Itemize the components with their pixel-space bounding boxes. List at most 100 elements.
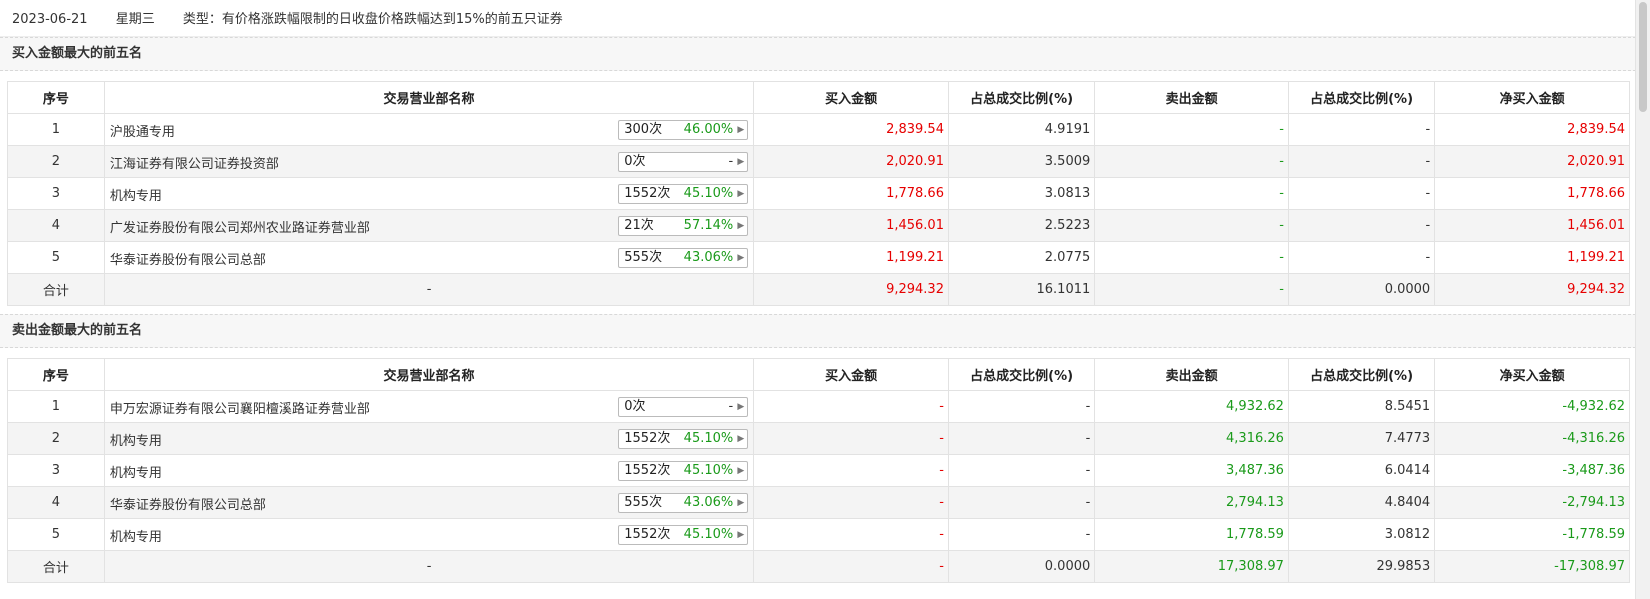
total-label: 合计 xyxy=(7,550,105,583)
broker-stats-button[interactable]: 1552次 45.10% ▶ xyxy=(618,184,749,204)
listing-count: 1552次 xyxy=(624,527,671,542)
rank-cell: 4 xyxy=(7,209,105,242)
sell-ratio-cell: 3.0812 xyxy=(1287,518,1436,551)
column-header: 序号 xyxy=(7,81,105,114)
net-amount-cell: 2,839.54 xyxy=(1434,113,1630,146)
win-rate: 43.06% xyxy=(683,250,734,265)
rank-cell: 3 xyxy=(7,454,105,487)
vertical-scrollbar[interactable] xyxy=(1635,0,1650,599)
broker-cell: 广发证券股份有限公司郑州农业路证券营业部 21次 57.14% ▶ xyxy=(103,209,755,242)
broker-name: 江海证券有限公司证券投资部 xyxy=(109,157,279,172)
sell-amount-cell: 4,316.26 xyxy=(1094,422,1289,455)
total-sell-amount: 17,308.97 xyxy=(1094,550,1289,583)
buy-ratio-cell: - xyxy=(947,486,1096,519)
broker-stats-button[interactable]: 555次 43.06% ▶ xyxy=(618,493,749,513)
broker-stats-button[interactable]: 300次 46.00% ▶ xyxy=(618,120,749,140)
triangle-right-icon: ▶ xyxy=(737,402,745,412)
sell-ratio-cell: 4.8404 xyxy=(1287,486,1436,519)
net-amount-cell: -4,932.62 xyxy=(1434,390,1630,423)
sell-ratio-cell: 7.4773 xyxy=(1287,422,1436,455)
win-rate: 46.00% xyxy=(683,122,734,137)
net-amount-cell: 2,020.91 xyxy=(1434,145,1630,178)
listing-count: 21次 xyxy=(624,218,654,233)
sell-ratio-cell: - xyxy=(1287,177,1436,210)
sell-table: 序号 交易营业部名称 买入金额 占总成交比例(%) 卖出金额 占总成交比例(%) 净买入金额… xyxy=(7,358,1630,583)
listing-count: 555次 xyxy=(624,495,663,510)
broker-stats-button[interactable]: 1552次 45.10% ▶ xyxy=(618,525,749,545)
date-text: 2023-06-21 xyxy=(12,12,88,27)
net-amount-cell: -4,316.26 xyxy=(1434,422,1630,455)
net-amount-cell: 1,199.21 xyxy=(1434,241,1630,274)
sell-ratio-cell: - xyxy=(1287,241,1436,274)
sell-ratio-cell: 6.0414 xyxy=(1287,454,1436,487)
win-rate: 45.10% xyxy=(683,463,734,478)
sell-amount-cell: - xyxy=(1094,241,1289,274)
broker-stats-button[interactable]: 0次 - ▶ xyxy=(618,397,749,417)
broker-cell: 华泰证券股份有限公司总部 555次 43.06% ▶ xyxy=(103,486,755,519)
total-name: - xyxy=(103,550,755,583)
total-name: - xyxy=(103,273,755,306)
triangle-right-icon: ▶ xyxy=(737,157,745,167)
total-label: 合计 xyxy=(7,273,105,306)
broker-stats-button[interactable]: 1552次 45.10% ▶ xyxy=(618,429,749,449)
buy-ratio-cell: 2.5223 xyxy=(947,209,1096,242)
total-buy-ratio: 0.0000 xyxy=(947,550,1096,583)
column-header: 卖出金额 xyxy=(1094,358,1289,391)
win-rate: 43.06% xyxy=(683,495,734,510)
column-header: 序号 xyxy=(7,358,105,391)
column-header: 净买入金额 xyxy=(1434,81,1630,114)
net-amount-cell: 1,778.66 xyxy=(1434,177,1630,210)
broker-name: 机构专用 xyxy=(109,434,162,449)
listing-count: 555次 xyxy=(624,250,663,265)
page: 2023-06-21 星期三 类型：有价格涨跌幅限制的日收盘价格跌幅达到15%的… xyxy=(0,0,1636,583)
buy-table: 序号 交易营业部名称 买入金额 占总成交比例(%) 卖出金额 占总成交比例(%) 净买入金额… xyxy=(7,81,1630,306)
total-net-amount: -17,308.97 xyxy=(1434,550,1630,583)
broker-stats-button[interactable]: 1552次 45.10% ▶ xyxy=(618,461,749,481)
triangle-right-icon: ▶ xyxy=(737,498,745,508)
sell-amount-cell: 4,932.62 xyxy=(1094,390,1289,423)
broker-stats-button[interactable]: 555次 43.06% ▶ xyxy=(618,248,749,268)
triangle-right-icon: ▶ xyxy=(737,221,745,231)
broker-name: 广发证券股份有限公司郑州农业路证券营业部 xyxy=(109,221,370,236)
buy-ratio-cell: - xyxy=(947,422,1096,455)
total-sell-ratio: 0.0000 xyxy=(1287,273,1436,306)
buy-amount-cell: - xyxy=(753,422,949,455)
listing-count: 300次 xyxy=(624,122,663,137)
sell-amount-cell: - xyxy=(1094,113,1289,146)
buy-amount-cell: 2,020.91 xyxy=(753,145,949,178)
buy-section-title: 买入金额最大的前五名 xyxy=(0,37,1636,71)
net-amount-cell: -1,778.59 xyxy=(1434,518,1630,551)
listing-count: 1552次 xyxy=(624,431,671,446)
win-rate: - xyxy=(728,399,734,414)
table-row: 2 江海证券有限公司证券投资部 0次 - ▶ 2,020.91 3.5009- -2,020.… xyxy=(7,145,1630,178)
column-header: 交易营业部名称 xyxy=(103,81,755,114)
broker-cell: 江海证券有限公司证券投资部 0次 - ▶ xyxy=(103,145,755,178)
sell-amount-cell: - xyxy=(1094,177,1289,210)
rank-cell: 1 xyxy=(7,113,105,146)
sell-ratio-cell: 8.5451 xyxy=(1287,390,1436,423)
buy-amount-cell: - xyxy=(753,454,949,487)
column-header: 卖出金额 xyxy=(1094,81,1289,114)
sell-ratio-cell: - xyxy=(1287,145,1436,178)
broker-name: 华泰证券股份有限公司总部 xyxy=(109,498,266,513)
table-row: 3 机构专用 1552次 45.10% ▶ - -3,487.36 6.0414 -3,487.… xyxy=(7,454,1630,487)
scrollbar-thumb[interactable] xyxy=(1639,2,1647,112)
win-rate: 45.10% xyxy=(683,186,734,201)
buy-ratio-cell: 2.0775 xyxy=(947,241,1096,274)
broker-cell: 机构专用 1552次 45.10% ▶ xyxy=(103,454,755,487)
win-rate: 57.14% xyxy=(683,218,734,233)
win-rate: 45.10% xyxy=(683,527,734,542)
broker-stats-button[interactable]: 21次 57.14% ▶ xyxy=(618,216,749,236)
rank-cell: 3 xyxy=(7,177,105,210)
broker-cell: 沪股通专用 300次 46.00% ▶ xyxy=(103,113,755,146)
table-row: 5 华泰证券股份有限公司总部 555次 43.06% ▶ 1,199.21 2.0775- -… xyxy=(7,241,1630,274)
column-header: 占总成交比例(%) xyxy=(1287,358,1436,391)
total-row: 合计 -9,294.32 16.1011-0.0000 9,294.32 xyxy=(7,273,1630,306)
total-sell-ratio: 29.9853 xyxy=(1287,550,1436,583)
broker-stats-button[interactable]: 0次 - ▶ xyxy=(618,152,749,172)
buy-ratio-cell: 3.5009 xyxy=(947,145,1096,178)
broker-name: 机构专用 xyxy=(109,189,162,204)
total-buy-ratio: 16.1011 xyxy=(947,273,1096,306)
table-row: 4 广发证券股份有限公司郑州农业路证券营业部 21次 57.14% ▶ 1,456.01 2… xyxy=(7,209,1630,242)
column-header: 交易营业部名称 xyxy=(103,358,755,391)
